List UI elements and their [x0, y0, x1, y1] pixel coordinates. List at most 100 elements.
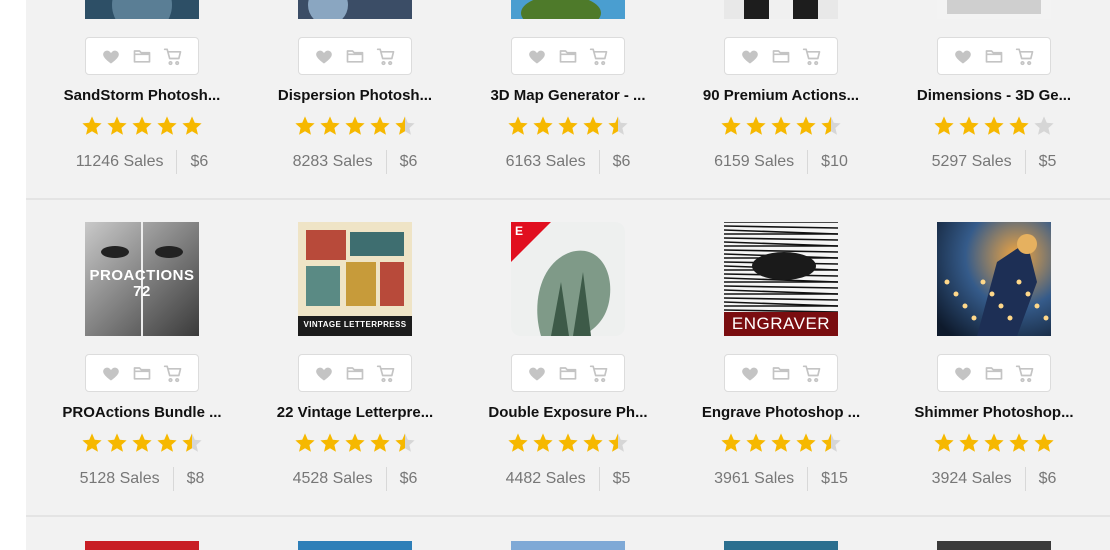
- product-card[interactable]: Shimmer Photoshop... 3924 Sales $6: [894, 222, 1094, 522]
- cart-icon: [589, 365, 607, 383]
- product-title[interactable]: Engrave Photoshop ...: [681, 404, 881, 421]
- cart-icon: [802, 48, 820, 66]
- product-thumbnail[interactable]: [511, 0, 625, 19]
- sales-count: 5297 Sales: [931, 153, 1012, 170]
- product-meta: 3924 Sales $6: [894, 466, 1094, 492]
- cart-button[interactable]: [161, 361, 185, 385]
- heart-icon: [529, 50, 546, 64]
- heart-button[interactable]: [525, 44, 549, 68]
- product-thumbnail[interactable]: ENGRAVER: [724, 222, 838, 336]
- heart-button[interactable]: [738, 361, 762, 385]
- star-icon: [508, 116, 528, 135]
- product-card[interactable]: Dimensions - 3D Ge... 5297 Sales $5: [894, 0, 1094, 205]
- folder-button[interactable]: [343, 44, 367, 68]
- meta-divider: [385, 150, 387, 174]
- star-icon: [182, 116, 202, 135]
- folder-button[interactable]: [982, 361, 1006, 385]
- product-card[interactable]: E Double Exposure Ph... 4482 Sales $5: [468, 222, 668, 522]
- heart-button[interactable]: [312, 361, 336, 385]
- cart-button[interactable]: [1013, 44, 1037, 68]
- cart-button[interactable]: [587, 361, 611, 385]
- heart-button[interactable]: [99, 361, 123, 385]
- product-meta: 3961 Sales $15: [681, 466, 881, 492]
- star-icon: [721, 116, 741, 135]
- product-title[interactable]: 90 Premium Actions...: [681, 87, 881, 104]
- star-icon: [608, 116, 628, 135]
- product-card[interactable]: 3D Map Generator - ... 6163 Sales $6: [468, 0, 668, 205]
- cart-button[interactable]: [800, 44, 824, 68]
- product-title[interactable]: Dimensions - 3D Ge...: [894, 87, 1094, 104]
- meta-divider: [172, 467, 174, 491]
- star-icon: [721, 433, 741, 452]
- cart-button[interactable]: [587, 44, 611, 68]
- heart-icon: [955, 367, 972, 381]
- product-thumbnail[interactable]: VINTAGE LETTERPRESS: [298, 222, 412, 336]
- star-icon: [959, 116, 979, 135]
- folder-button[interactable]: [982, 44, 1006, 68]
- price: $6: [399, 153, 418, 170]
- product-thumbnail[interactable]: [724, 0, 838, 19]
- star-icon: [508, 433, 528, 452]
- product-card[interactable]: Dispersion Photosh... 8283 Sales $6: [255, 0, 455, 205]
- product-thumbnail[interactable]: E: [511, 222, 625, 336]
- star-icon: [821, 433, 841, 452]
- star-icon: [796, 116, 816, 135]
- folder-icon: [772, 50, 790, 63]
- product-title[interactable]: Shimmer Photoshop...: [894, 404, 1094, 421]
- product-thumbnail[interactable]: [937, 0, 1051, 19]
- price: $8: [186, 470, 205, 487]
- cart-button[interactable]: [374, 44, 398, 68]
- product-card[interactable]: PROACTIONS 72 PROActions Bundle ... 5128 Sa…: [42, 222, 242, 522]
- heart-button[interactable]: [99, 44, 123, 68]
- product-thumbnail[interactable]: [724, 541, 838, 550]
- product-title[interactable]: 22 Vintage Letterpre...: [255, 404, 455, 421]
- star-icon: [132, 116, 152, 135]
- rating-stars: [681, 115, 881, 137]
- product-title[interactable]: PROActions Bundle ...: [42, 404, 242, 421]
- folder-button[interactable]: [556, 44, 580, 68]
- heart-button[interactable]: [738, 44, 762, 68]
- heart-button[interactable]: [951, 361, 975, 385]
- product-thumbnail[interactable]: [298, 541, 412, 550]
- folder-button[interactable]: [130, 44, 154, 68]
- product-thumbnail[interactable]: [511, 541, 625, 550]
- heart-button[interactable]: [525, 361, 549, 385]
- cart-icon: [1015, 48, 1033, 66]
- product-actions: [724, 354, 838, 392]
- cart-button[interactable]: [161, 44, 185, 68]
- product-card[interactable]: SandStorm Photosh... 11246 Sales $6: [42, 0, 242, 205]
- sales-count: 6159 Sales: [714, 153, 795, 170]
- cart-button[interactable]: [1013, 361, 1037, 385]
- folder-button[interactable]: [556, 361, 580, 385]
- folder-icon: [559, 50, 577, 63]
- product-thumbnail[interactable]: [937, 222, 1051, 336]
- product-title[interactable]: Dispersion Photosh...: [255, 87, 455, 104]
- product-thumbnail[interactable]: [937, 541, 1051, 550]
- cart-button[interactable]: [374, 361, 398, 385]
- product-thumbnail[interactable]: [85, 541, 199, 550]
- heart-button[interactable]: [951, 44, 975, 68]
- product-card[interactable]: ENGRAVER Engrave Photoshop ... 3961 Sales $…: [681, 222, 881, 522]
- cart-icon: [163, 365, 181, 383]
- left-gutter: [0, 0, 26, 550]
- cart-button[interactable]: [800, 361, 824, 385]
- product-thumbnail[interactable]: [298, 0, 412, 19]
- heart-button[interactable]: [312, 44, 336, 68]
- star-icon: [295, 116, 315, 135]
- star-icon: [107, 433, 127, 452]
- folder-button[interactable]: [769, 44, 793, 68]
- folder-button[interactable]: [343, 361, 367, 385]
- star-icon: [771, 433, 791, 452]
- product-card[interactable]: 90 Premium Actions... 6159 Sales $10: [681, 0, 881, 205]
- star-icon: [82, 116, 102, 135]
- product-thumbnail[interactable]: [85, 0, 199, 19]
- folder-button[interactable]: [130, 361, 154, 385]
- product-card[interactable]: VINTAGE LETTERPRESS 22 Vintage Letterpre.…: [255, 222, 455, 522]
- folder-button[interactable]: [769, 361, 793, 385]
- product-title[interactable]: SandStorm Photosh...: [42, 87, 242, 104]
- product-thumbnail[interactable]: PROACTIONS 72: [85, 222, 199, 336]
- product-title[interactable]: 3D Map Generator - ...: [468, 87, 668, 104]
- price: $6: [1038, 470, 1057, 487]
- product-actions: [85, 37, 199, 75]
- product-title[interactable]: Double Exposure Ph...: [468, 404, 668, 421]
